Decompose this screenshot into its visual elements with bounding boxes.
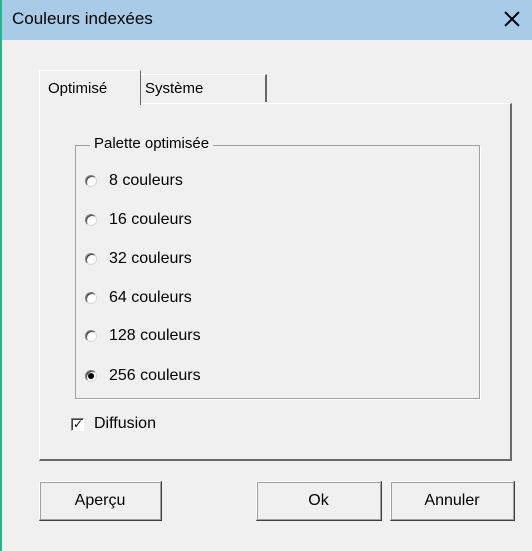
tab-panel: Palette optimisée 8 couleurs 16 couleurs… — [39, 103, 512, 461]
radio-128-colors[interactable]: 128 couleurs — [85, 324, 201, 348]
cancel-button[interactable]: Annuler — [390, 481, 515, 521]
title-bar[interactable]: Couleurs indexées — [2, 0, 532, 40]
radio-32-colors[interactable]: 32 couleurs — [85, 247, 192, 271]
dialog-window: Couleurs indexées Optimisé Système Palet… — [0, 0, 532, 551]
diffusion-checkbox-row[interactable]: ✓ Diffusion — [71, 412, 156, 436]
radio-label: 8 couleurs — [109, 172, 183, 189]
palette-group-label: Palette optimisée — [90, 135, 214, 152]
diffusion-label: Diffusion — [94, 415, 156, 432]
checkmark-icon: ✓ — [73, 416, 84, 431]
radio-label: 32 couleurs — [109, 250, 192, 267]
radio-label: 128 couleurs — [109, 327, 201, 344]
palette-groupbox: Palette optimisée 8 couleurs 16 couleurs… — [75, 135, 480, 399]
radio-label: 256 couleurs — [109, 367, 201, 384]
radio-64-colors[interactable]: 64 couleurs — [85, 286, 192, 310]
radio-button-icon[interactable] — [85, 330, 97, 342]
radio-16-colors[interactable]: 16 couleurs — [85, 208, 192, 232]
radio-button-icon[interactable] — [85, 175, 97, 187]
radio-256-colors[interactable]: 256 couleurs — [85, 364, 201, 388]
window-title: Couleurs indexées — [12, 9, 153, 28]
tab-systeme-label: Système — [145, 80, 204, 97]
preview-button[interactable]: Aperçu — [39, 481, 162, 521]
diffusion-checkbox[interactable]: ✓ — [71, 416, 84, 431]
radio-label: 16 couleurs — [109, 211, 192, 228]
close-icon — [504, 11, 520, 27]
ok-button[interactable]: Ok — [256, 481, 382, 521]
radio-button-selected-icon[interactable] — [85, 370, 97, 382]
radio-button-icon[interactable] — [85, 292, 97, 304]
radio-button-icon[interactable] — [85, 214, 97, 226]
tab-systeme[interactable]: Système — [141, 74, 267, 102]
radio-8-colors[interactable]: 8 couleurs — [85, 169, 183, 193]
tab-optimise[interactable]: Optimisé — [39, 70, 141, 105]
radio-label: 64 couleurs — [109, 289, 192, 306]
radio-button-icon[interactable] — [85, 253, 97, 265]
close-button[interactable] — [498, 5, 526, 33]
tab-optimise-label: Optimisé — [48, 79, 108, 97]
